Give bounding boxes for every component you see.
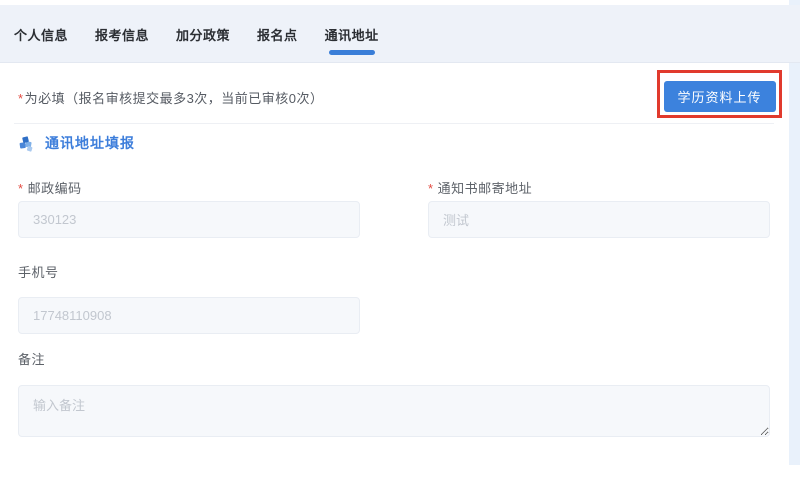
required-asterisk: * bbox=[18, 91, 24, 106]
tab-contact-address[interactable]: 通讯地址 bbox=[325, 25, 379, 58]
tab-registration-point[interactable]: 报名点 bbox=[257, 25, 298, 58]
mail-address-input[interactable] bbox=[428, 201, 770, 238]
section-divider bbox=[14, 123, 774, 124]
tab-label: 加分政策 bbox=[176, 28, 230, 43]
label-text: 通知书邮寄地址 bbox=[438, 181, 533, 196]
label-text: 手机号 bbox=[18, 265, 59, 280]
tab-bar: 个人信息 报考信息 加分政策 报名点 通讯地址 bbox=[0, 5, 800, 63]
postal-code-label: * 邮政编码 bbox=[18, 178, 82, 197]
section-header: 通讯地址填报 bbox=[17, 133, 135, 153]
active-tab-underline bbox=[329, 50, 375, 55]
annotation-highlight-box: 学历资料上传 bbox=[657, 70, 782, 118]
phone-input[interactable] bbox=[18, 297, 360, 334]
tab-exam-info[interactable]: 报考信息 bbox=[95, 25, 149, 58]
notice-text: 为必填（报名审核提交最多3次，当前已审核0次） bbox=[25, 91, 324, 106]
required-asterisk: * bbox=[18, 181, 24, 196]
tab-bonus-policy[interactable]: 加分政策 bbox=[176, 25, 230, 58]
address-form-icon bbox=[17, 134, 36, 153]
required-notice: *为必填（报名审核提交最多3次，当前已审核0次） bbox=[18, 88, 324, 107]
remarks-label: 备注 bbox=[18, 349, 45, 368]
tab-personal-info[interactable]: 个人信息 bbox=[14, 25, 68, 58]
remarks-textarea[interactable] bbox=[18, 385, 770, 437]
mail-address-label: * 通知书邮寄地址 bbox=[428, 178, 532, 197]
tab-label: 通讯地址 bbox=[325, 28, 379, 43]
label-text: 备注 bbox=[18, 352, 45, 367]
required-asterisk: * bbox=[428, 181, 434, 196]
postal-code-input[interactable] bbox=[18, 201, 360, 238]
tab-label: 个人信息 bbox=[14, 28, 68, 43]
section-title: 通讯地址填报 bbox=[45, 133, 135, 153]
page-background-strip bbox=[789, 0, 800, 465]
phone-label: 手机号 bbox=[18, 262, 59, 281]
label-text: 邮政编码 bbox=[28, 181, 82, 196]
tab-list: 个人信息 报考信息 加分政策 报名点 通讯地址 bbox=[0, 5, 800, 58]
tab-label: 报考信息 bbox=[95, 28, 149, 43]
tab-label: 报名点 bbox=[257, 28, 298, 43]
education-material-upload-button[interactable]: 学历资料上传 bbox=[664, 81, 776, 112]
